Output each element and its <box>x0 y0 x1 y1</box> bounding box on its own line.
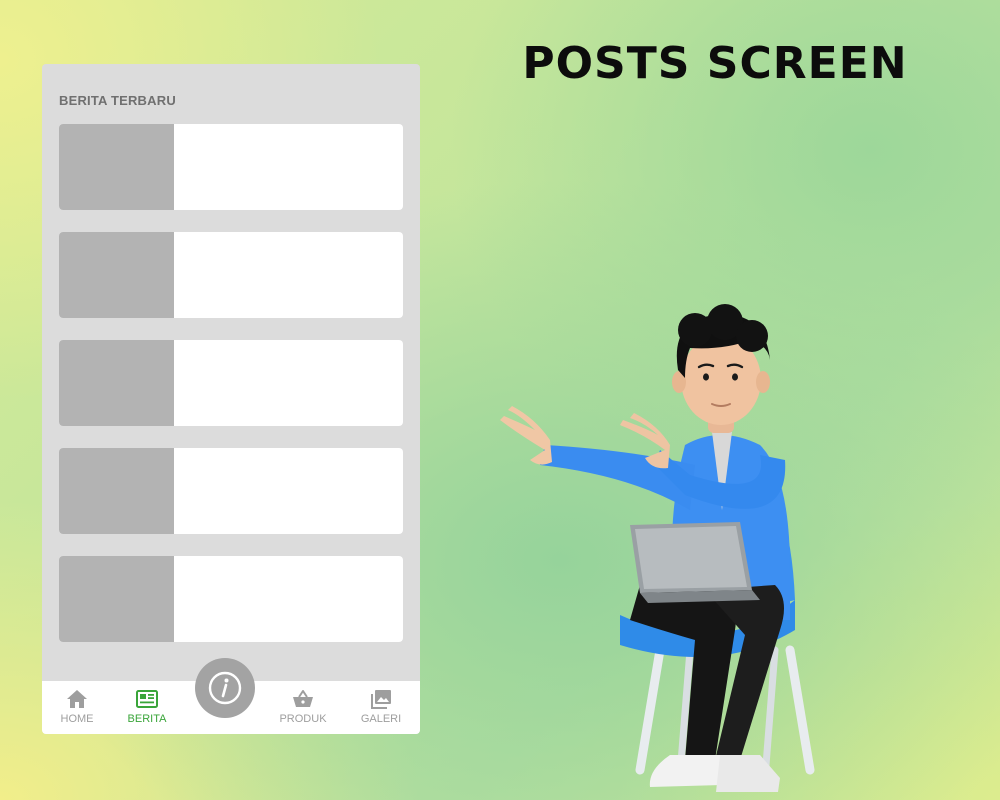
news-thumbnail-placeholder <box>59 340 174 426</box>
news-thumbnail-placeholder <box>59 448 174 534</box>
person-with-laptop-illustration <box>500 304 815 792</box>
news-card[interactable] <box>59 556 403 642</box>
nav-label-galeri: GALERI <box>360 713 402 725</box>
phone-mockup: BERITA TERBARU HOME BERITA PRODUK GALERI <box>42 64 420 734</box>
news-thumbnail-placeholder <box>59 556 174 642</box>
section-title: BERITA TERBARU <box>59 93 176 108</box>
nav-item-produk[interactable]: PRODUK <box>268 687 338 725</box>
news-card[interactable] <box>59 124 403 210</box>
nav-label-berita: BERITA <box>127 713 167 725</box>
page-title: POSTS SCREEN <box>522 38 908 89</box>
news-thumbnail-placeholder <box>59 124 174 210</box>
newspaper-icon <box>136 690 158 708</box>
nav-label-home: HOME <box>60 713 94 725</box>
basket-icon <box>293 690 313 707</box>
nav-item-galeri[interactable]: GALERI <box>346 687 416 725</box>
nav-item-berita[interactable]: BERITA <box>112 687 182 725</box>
home-icon <box>67 690 87 708</box>
news-thumbnail-placeholder <box>59 232 174 318</box>
news-list <box>59 124 403 664</box>
news-card[interactable] <box>59 448 403 534</box>
info-icon <box>208 671 242 705</box>
info-fab-button[interactable] <box>195 658 255 718</box>
gallery-icon <box>371 690 391 709</box>
nav-label-produk: PRODUK <box>279 713 327 725</box>
news-card[interactable] <box>59 232 403 318</box>
nav-item-home[interactable]: HOME <box>42 687 112 725</box>
news-card[interactable] <box>59 340 403 426</box>
